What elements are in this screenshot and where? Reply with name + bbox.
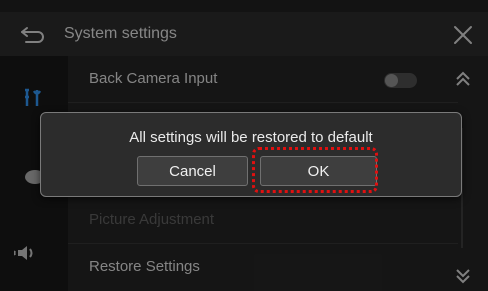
ok-button[interactable]: OK	[260, 156, 377, 186]
confirm-dialog: All settings will be restored to default…	[40, 112, 462, 197]
dialog-message: All settings will be restored to default	[129, 129, 373, 146]
screen: System settings Back Camera Input Pictur…	[0, 0, 488, 291]
cancel-button[interactable]: Cancel	[137, 156, 248, 186]
